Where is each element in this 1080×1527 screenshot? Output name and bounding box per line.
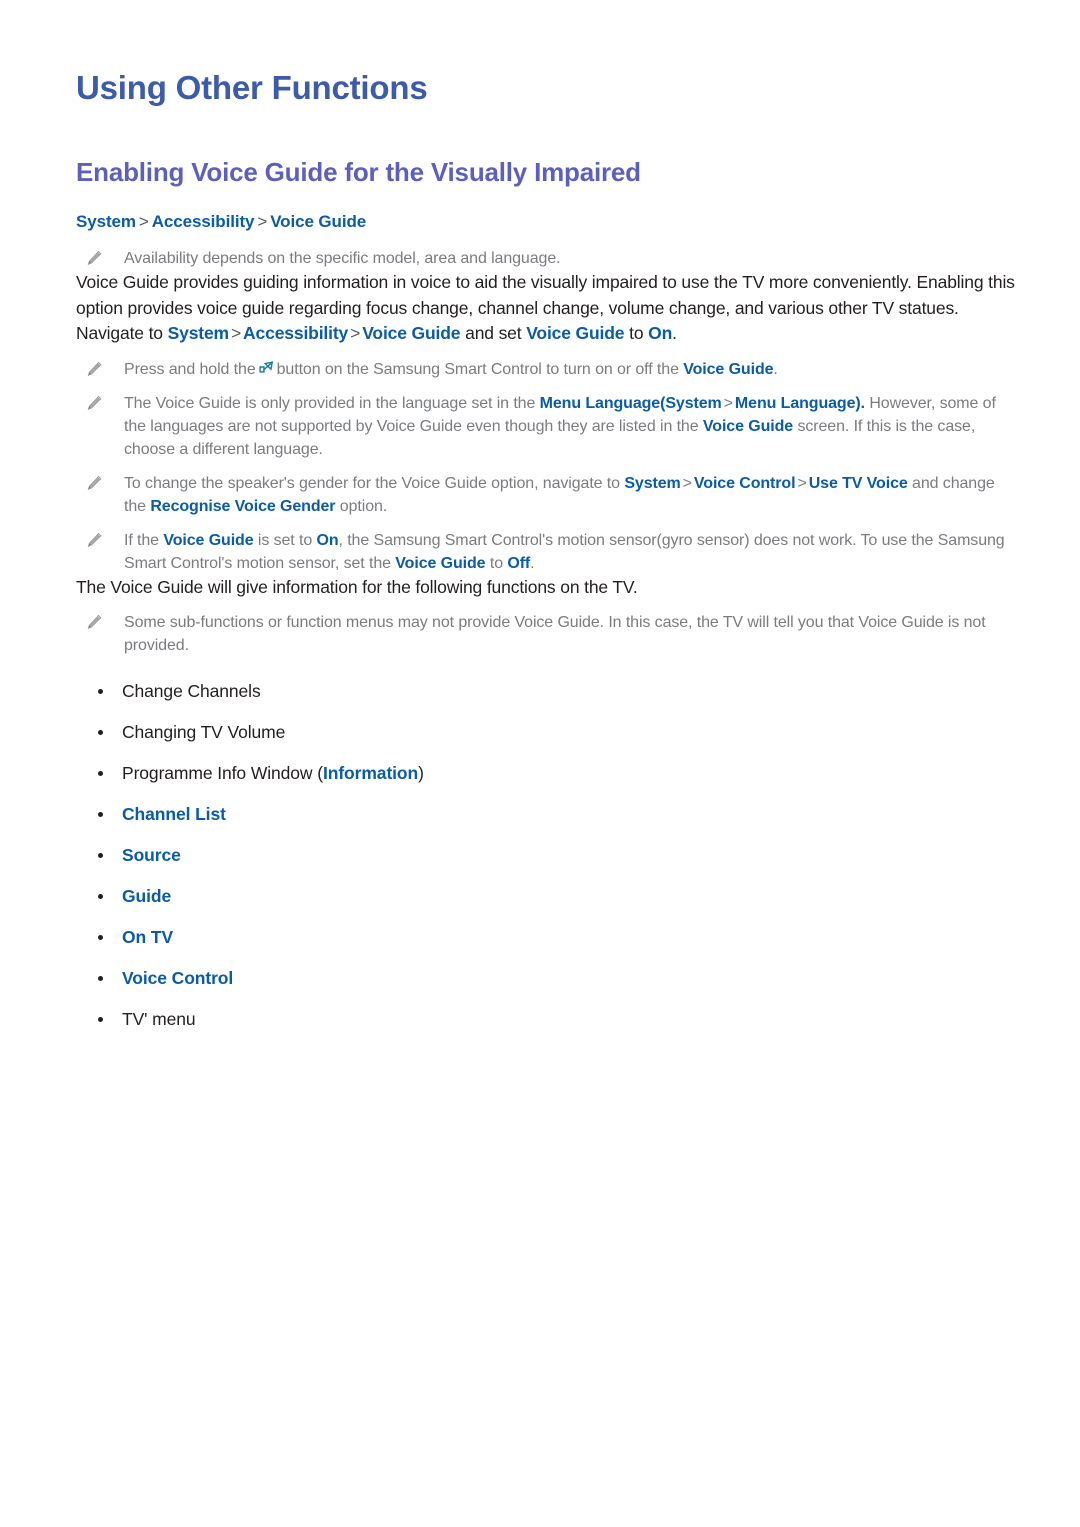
note-text-end: .: [773, 360, 778, 378]
note-voice-gender: To change the speaker's gender for the V…: [76, 472, 1020, 518]
paren-close: ).: [855, 394, 865, 412]
bullet-icon: [98, 853, 103, 858]
pencil-icon: [87, 532, 102, 547]
note-text-pre: Press and hold the: [124, 360, 256, 378]
navigate-mid: and set: [465, 323, 522, 343]
list-item-on-tv[interactable]: On TV: [76, 925, 1020, 949]
navigate-to: to: [629, 323, 644, 343]
menu-ref-recognise-voice-gender[interactable]: Recognise Voice Gender: [150, 498, 335, 515]
bullet-icon: [98, 894, 103, 899]
menu-ref-information[interactable]: Information: [323, 763, 418, 783]
note-text-1: If the: [124, 531, 159, 549]
list-item: Programme Info Window (Information): [76, 761, 1020, 785]
menu-ref-voice-guide-2[interactable]: Voice Guide: [526, 323, 624, 343]
menu-separator: >: [350, 323, 361, 343]
menu-ref-voice-guide[interactable]: Voice Guide: [362, 323, 460, 343]
note-text-4: to: [489, 554, 503, 572]
bullet-icon: [98, 935, 103, 940]
section-title: Enabling Voice Guide for the Visually Im…: [76, 157, 641, 187]
paragraph-navigate: Navigate to System > Accessibility > Voice G…: [76, 321, 1020, 347]
menu-ref-off[interactable]: Off: [507, 555, 530, 572]
menu-ref-system[interactable]: System: [168, 323, 230, 343]
navigate-end: .: [672, 323, 677, 343]
menu-ref-system[interactable]: System: [665, 395, 721, 412]
note-availability: Availability depends on the specific mod…: [76, 247, 1020, 270]
menu-separator: >: [682, 474, 692, 492]
list-item-label: Programme Info Window (: [122, 763, 323, 783]
breadcrumb-item-voice-guide[interactable]: Voice Guide: [270, 212, 366, 231]
menu-separator: >: [723, 394, 733, 412]
menu-ref-on[interactable]: On: [648, 323, 672, 343]
menu-separator: >: [797, 474, 807, 492]
function-list: Change Channels Changing TV Volume Progr…: [76, 679, 1020, 1031]
note-subfunctions: Some sub-functions or function menus may…: [76, 611, 1020, 657]
menu-ref-voice-guide[interactable]: Voice Guide: [703, 418, 793, 435]
note-text-3: , the Samsung Smart Control's motion sen…: [124, 531, 1005, 572]
breadcrumb-separator: >: [138, 212, 149, 231]
list-item-label: TV' menu: [122, 1009, 196, 1029]
menu-ref-on[interactable]: On: [316, 532, 338, 549]
breadcrumb-separator: >: [257, 212, 268, 231]
list-item: Change Channels: [76, 679, 1020, 703]
bullet-icon: [98, 1017, 103, 1022]
note-text-5: .: [530, 554, 535, 572]
paragraph-following-functions: The Voice Guide will give information fo…: [76, 576, 638, 597]
menu-separator: >: [230, 323, 242, 343]
list-item-label: Voice Control: [122, 968, 234, 988]
list-item-label: Changing TV Volume: [122, 722, 286, 742]
note-text-3: option.: [339, 497, 388, 515]
menu-ref-voice-control[interactable]: Voice Control: [694, 475, 796, 492]
note-text-mid: button on the Samsung Smart Control to t…: [276, 360, 679, 378]
list-item-guide[interactable]: Guide: [76, 884, 1020, 908]
menu-ref-voice-guide[interactable]: Voice Guide: [683, 361, 773, 378]
pencil-icon: [87, 395, 102, 410]
voice-button-icon: [259, 360, 273, 373]
list-item-label: Channel List: [122, 804, 226, 824]
pencil-icon: [87, 361, 102, 376]
note-motion-sensor: If the Voice Guide is set to On, the Sam…: [76, 529, 1020, 575]
bullet-icon: [98, 812, 103, 817]
list-item-label: Guide: [122, 886, 172, 906]
list-item-label: Change Channels: [122, 681, 261, 701]
pencil-icon: [87, 250, 102, 266]
page-title: Using Other Functions: [76, 69, 428, 106]
list-item-source[interactable]: Source: [76, 843, 1020, 867]
bullet-icon: [98, 689, 103, 694]
note-text: Some sub-functions or function menus may…: [124, 614, 986, 654]
menu-ref-voice-guide-2[interactable]: Voice Guide: [395, 555, 485, 572]
breadcrumb-item-system[interactable]: System: [76, 212, 136, 231]
note-menu-language: The Voice Guide is only provided in the …: [76, 392, 1020, 461]
list-item-label: On TV: [122, 927, 174, 947]
menu-ref-accessibility[interactable]: Accessibility: [243, 323, 348, 343]
paragraph-intro: Voice Guide provides guiding information…: [76, 272, 1015, 318]
breadcrumb: System > Accessibility > Voice Guide: [76, 210, 1020, 234]
note-text-1: The Voice Guide is only provided in the …: [124, 394, 536, 412]
note-text-1: To change the speaker's gender for the V…: [124, 474, 620, 492]
menu-ref-use-tv-voice[interactable]: Use TV Voice: [809, 475, 908, 492]
bullet-icon: [98, 976, 103, 981]
bullet-icon: [98, 771, 103, 776]
note-text: Availability depends on the specific mod…: [124, 250, 561, 267]
bullet-icon: [98, 730, 103, 735]
menu-ref-system[interactable]: System: [624, 475, 680, 492]
note-press-hold: Press and hold the button on the Samsung …: [76, 358, 1020, 381]
content-column: Using Other Functions Enabling Voice Gui…: [76, 0, 1020, 1031]
note-text-2: is set to: [257, 531, 313, 549]
menu-ref-menu-language-2[interactable]: Menu Language: [735, 395, 856, 412]
menu-ref-voice-guide[interactable]: Voice Guide: [163, 532, 253, 549]
menu-ref-menu-language[interactable]: Menu Language: [540, 395, 661, 412]
pencil-icon: [87, 475, 102, 490]
list-item: Changing TV Volume: [76, 720, 1020, 744]
breadcrumb-item-accessibility[interactable]: Accessibility: [152, 212, 255, 231]
list-item-label: Source: [122, 845, 181, 865]
document-page: Using Other Functions Enabling Voice Gui…: [0, 0, 1080, 1527]
list-item-tail: ): [418, 763, 424, 783]
pencil-icon: [87, 614, 102, 630]
list-item-channel-list[interactable]: Channel List: [76, 802, 1020, 826]
list-item-voice-control[interactable]: Voice Control: [76, 966, 1020, 990]
list-item: TV' menu: [76, 1007, 1020, 1031]
navigate-pre: Navigate to: [76, 323, 163, 343]
